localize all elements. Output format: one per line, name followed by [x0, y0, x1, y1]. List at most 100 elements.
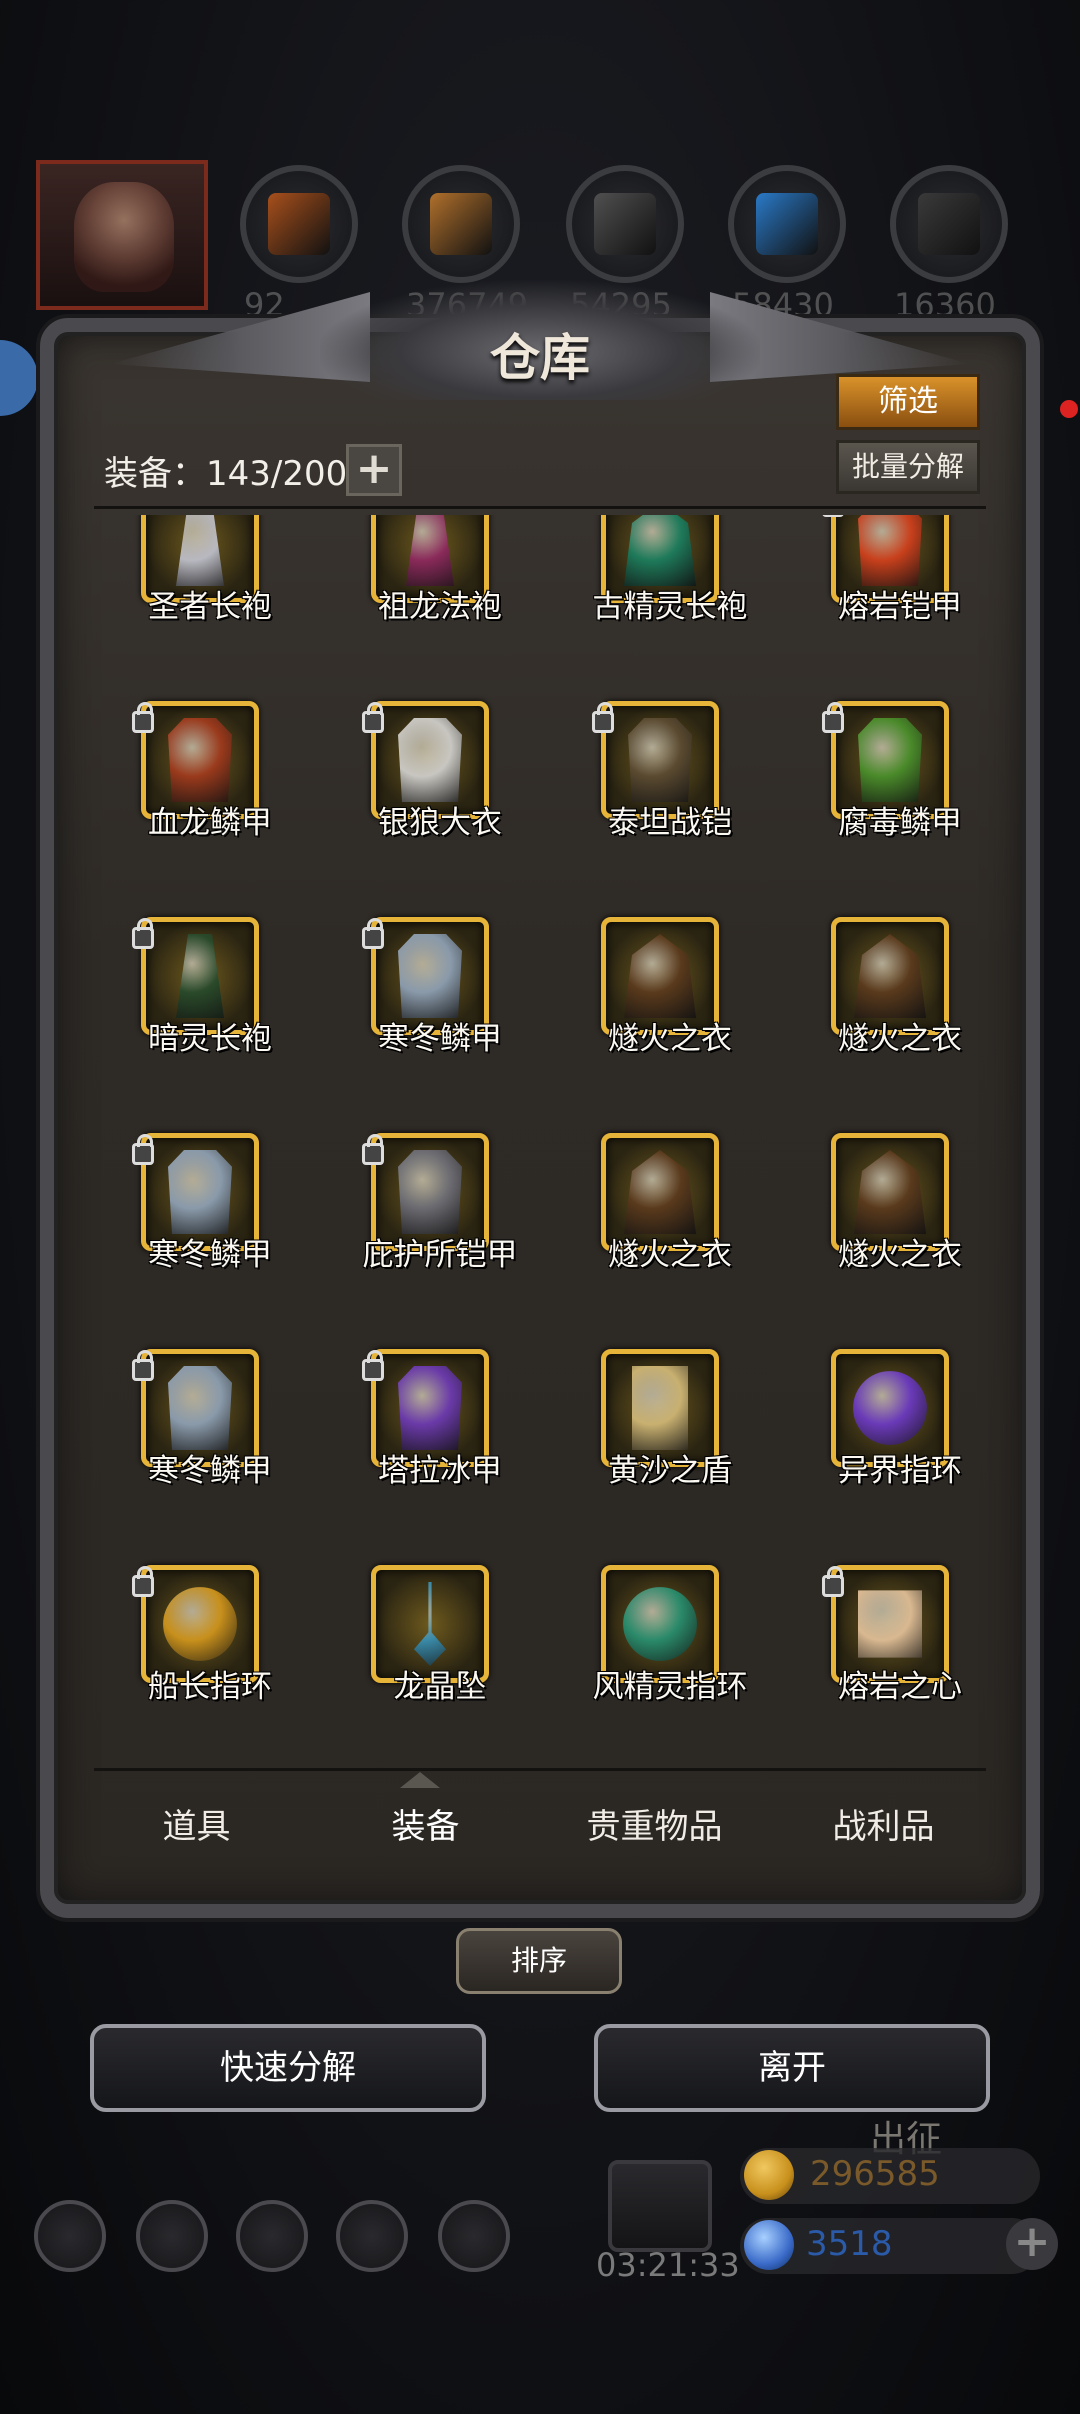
divider-top [94, 506, 986, 509]
gem-icon [858, 1590, 922, 1658]
coat-icon [398, 718, 462, 802]
item-name: 熔岩铠甲 [838, 589, 962, 625]
lock-icon [132, 918, 154, 949]
leave-button[interactable]: 离开 [594, 2024, 990, 2112]
item-name: 龙晶坠 [393, 1669, 487, 1705]
item-cell[interactable]: 黄沙之盾 [554, 1349, 777, 1565]
book-icon[interactable] [236, 2200, 308, 2272]
panel-title: 仓库 [490, 328, 590, 387]
gift-box-icon[interactable] [608, 2160, 712, 2252]
ring-icon [853, 1371, 927, 1445]
shield-icon [632, 1366, 688, 1450]
item-cell[interactable]: 血龙鳞甲 [94, 701, 317, 917]
item-name: 燧火之衣 [608, 1021, 732, 1057]
resource-slot[interactable] [402, 165, 520, 283]
item-cell[interactable]: 熔岩铠甲 [784, 515, 986, 701]
armor-icon [398, 1150, 462, 1234]
tab-3[interactable]: 战利品 [769, 1782, 998, 1872]
item-cell[interactable]: 古精灵长袍 [554, 515, 777, 701]
add-currency-button[interactable]: + [1006, 2218, 1058, 2270]
item-cell[interactable]: 燧火之衣 [554, 1133, 777, 1349]
lock-icon [132, 1134, 154, 1165]
item-name: 燧火之衣 [608, 1237, 732, 1273]
item-cell[interactable]: 熔岩之心 [784, 1565, 986, 1765]
armor-icon [398, 934, 462, 1018]
batch-decompose-button[interactable]: 批量分解 [836, 440, 980, 494]
lock-icon [132, 1350, 154, 1381]
armor-icon [168, 1366, 232, 1450]
star-icon[interactable] [136, 2200, 208, 2272]
lock-icon [362, 702, 384, 733]
chest-icon[interactable] [438, 2200, 510, 2272]
resource-icon [756, 193, 818, 255]
item-cell[interactable]: 燧火之衣 [784, 1133, 986, 1349]
resource-slot[interactable] [240, 165, 358, 283]
ring-icon [623, 1587, 697, 1661]
item-name: 圣者长袍 [148, 589, 272, 625]
player-avatar[interactable] [36, 160, 208, 310]
item-cell[interactable]: 塔拉冰甲 [324, 1349, 547, 1565]
item-name: 寒冬鳞甲 [378, 1021, 502, 1057]
item-name: 熔岩之心 [838, 1669, 962, 1705]
tab-0[interactable]: 道具 [82, 1782, 311, 1872]
item-name: 寒冬鳞甲 [148, 1453, 272, 1489]
armor-icon [398, 1366, 462, 1450]
item-name: 血龙鳞甲 [148, 805, 272, 841]
expand-capacity-button[interactable]: + [346, 444, 402, 496]
hood-icon [854, 934, 926, 1018]
tab-1[interactable]: 装备 [311, 1782, 540, 1872]
item-cell[interactable]: 庇护所铠甲 [324, 1133, 547, 1349]
resource-slot[interactable] [566, 165, 684, 283]
hood-icon [854, 1150, 926, 1234]
item-cell[interactable]: 圣者长袍 [94, 515, 317, 701]
settings-icon[interactable] [34, 2200, 106, 2272]
item-cell[interactable]: 暗灵长袍 [94, 917, 317, 1133]
notification-dot [1060, 400, 1078, 418]
sort-button[interactable]: 排序 [456, 1928, 622, 1994]
lock-icon [592, 702, 614, 733]
item-name: 寒冬鳞甲 [148, 1237, 272, 1273]
armor-icon [858, 718, 922, 802]
resource-slot[interactable] [890, 165, 1008, 283]
item-name: 风精灵指环 [592, 1669, 748, 1705]
item-name: 燧火之衣 [838, 1237, 962, 1273]
item-name: 燧火之衣 [838, 1021, 962, 1057]
mail-icon[interactable] [336, 2200, 408, 2272]
item-cell[interactable]: 寒冬鳞甲 [324, 917, 547, 1133]
quick-decompose-button[interactable]: 快速分解 [90, 2024, 486, 2112]
item-name: 异界指环 [838, 1453, 962, 1489]
armor-icon [168, 1150, 232, 1234]
lock-icon [362, 1350, 384, 1381]
lock-icon [822, 1566, 844, 1597]
item-cell[interactable]: 风精灵指环 [554, 1565, 777, 1765]
item-cell[interactable]: 祖龙法袍 [324, 515, 547, 701]
item-cell[interactable]: 寒冬鳞甲 [94, 1349, 317, 1565]
armor-icon [168, 718, 232, 802]
item-cell[interactable]: 腐毒鳞甲 [784, 701, 986, 917]
avatar-portrait [74, 182, 174, 292]
diamond-icon [744, 2220, 794, 2270]
item-cell[interactable]: 船长指环 [94, 1565, 317, 1765]
robe-icon [406, 515, 454, 586]
ring-icon [163, 1587, 237, 1661]
lock-icon [362, 918, 384, 949]
armor-icon [628, 718, 692, 802]
lock-icon [822, 702, 844, 733]
item-cell[interactable]: 异界指环 [784, 1349, 986, 1565]
item-name: 庇护所铠甲 [362, 1237, 518, 1273]
hood-icon [624, 1150, 696, 1234]
item-cell[interactable]: 泰坦战铠 [554, 701, 777, 917]
filter-button[interactable]: 筛选 [836, 374, 980, 430]
resource-slot[interactable] [728, 165, 846, 283]
item-name: 塔拉冰甲 [378, 1453, 502, 1489]
tab-2[interactable]: 贵重物品 [540, 1782, 769, 1872]
item-cell[interactable]: 燧火之衣 [554, 917, 777, 1133]
lock-icon [132, 702, 154, 733]
item-cell[interactable]: 银狼大衣 [324, 701, 547, 917]
lock-icon [362, 1134, 384, 1165]
item-cell[interactable]: 龙晶坠 [324, 1565, 547, 1765]
pendant-icon [414, 1582, 446, 1666]
item-cell[interactable]: 燧火之衣 [784, 917, 986, 1133]
item-cell[interactable]: 寒冬鳞甲 [94, 1133, 317, 1349]
gold-value: 296585 [810, 2154, 940, 2194]
